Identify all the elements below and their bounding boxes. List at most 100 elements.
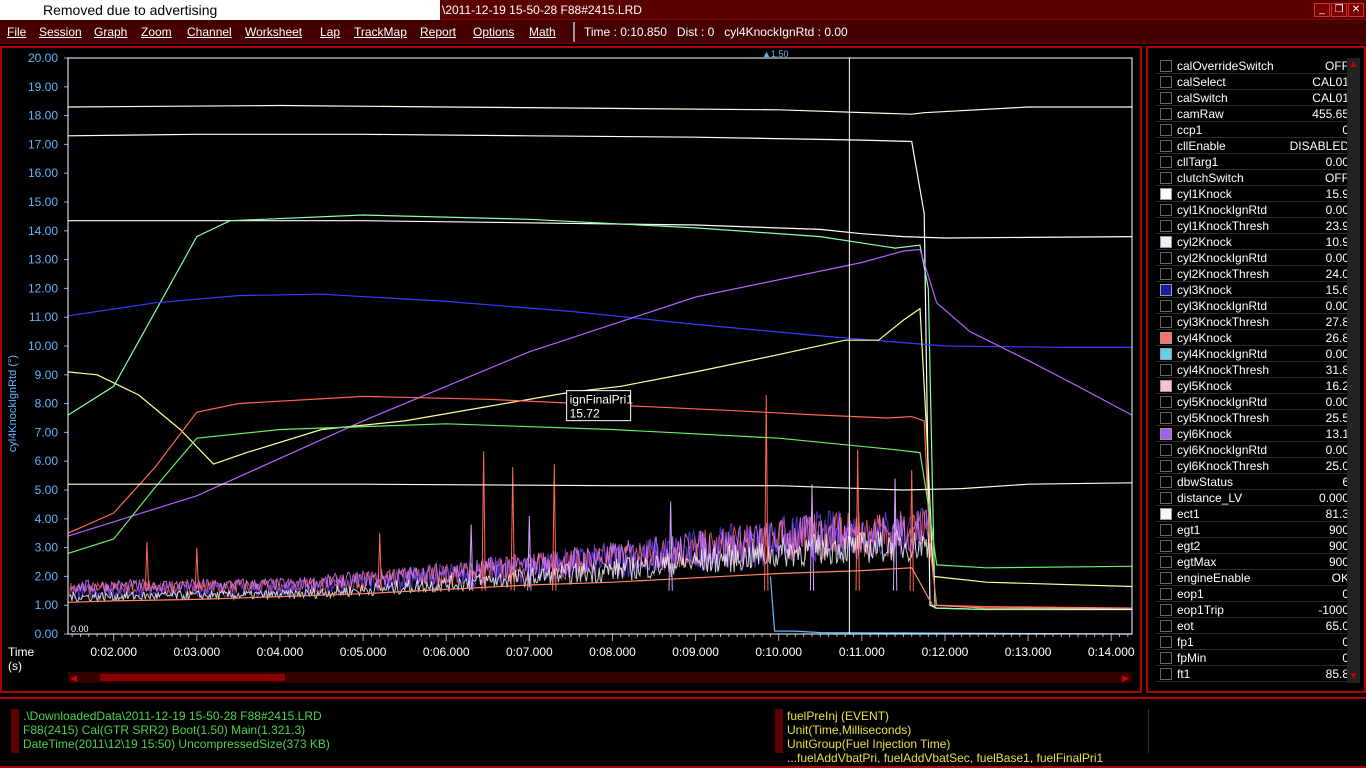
- channel-row-cyl5KnockThresh[interactable]: cyl5KnockThresh 25.5: [1156, 410, 1351, 426]
- menu-lap[interactable]: Lap: [320, 20, 340, 44]
- channel-checkbox[interactable]: [1160, 76, 1172, 88]
- channel-checkbox[interactable]: [1160, 204, 1172, 216]
- channel-checkbox[interactable]: [1160, 236, 1172, 248]
- channel-row-cyl6KnockIgnRtd[interactable]: cyl6KnockIgnRtd 0.00: [1156, 442, 1351, 458]
- channel-checkbox[interactable]: [1160, 348, 1172, 360]
- channel-checkbox[interactable]: [1160, 492, 1172, 504]
- channel-row-cyl3KnockIgnRtd[interactable]: cyl3KnockIgnRtd 0.00: [1156, 298, 1351, 314]
- horizontal-scroll-thumb[interactable]: [100, 674, 285, 681]
- channel-row-cyl1KnockThresh[interactable]: cyl1KnockThresh 23.9: [1156, 218, 1351, 234]
- channel-row-ft1[interactable]: ft1 85.8: [1156, 666, 1351, 682]
- channel-row-clutchSwitch[interactable]: clutchSwitch OFF: [1156, 170, 1351, 186]
- channel-checkbox[interactable]: [1160, 556, 1172, 568]
- channel-checkbox[interactable]: [1160, 124, 1172, 136]
- channel-row-dbwStatus[interactable]: dbwStatus 6: [1156, 474, 1351, 490]
- time-series-graph[interactable]: 20.00 19.00 18.00 17.00 16.00 15.00 14.00 13.00…: [2, 48, 1140, 691]
- channel-checkbox[interactable]: [1160, 252, 1172, 264]
- channel-row-cyl2KnockThresh[interactable]: cyl2KnockThresh 24.0: [1156, 266, 1351, 282]
- channel-checkbox[interactable]: [1160, 220, 1172, 232]
- channel-row-ect1[interactable]: ect1 81.3: [1156, 506, 1351, 522]
- channel-row-cyl6KnockThresh[interactable]: cyl6KnockThresh 25.0: [1156, 458, 1351, 474]
- channel-row-engineEnable[interactable]: engineEnable OK: [1156, 570, 1351, 586]
- channel-list-scrollbar[interactable]: [1347, 58, 1360, 683]
- channel-checkbox[interactable]: [1160, 380, 1172, 392]
- channel-row-egt1[interactable]: egt1 900: [1156, 522, 1351, 538]
- channel-checkbox[interactable]: [1160, 396, 1172, 408]
- channel-row-camRaw[interactable]: camRaw 455.65: [1156, 106, 1351, 122]
- channel-row-cyl2Knock[interactable]: cyl2Knock 10.9: [1156, 234, 1351, 250]
- graph-panel[interactable]: 20.00 19.00 18.00 17.00 16.00 15.00 14.00 13.00…: [0, 46, 1142, 693]
- channel-checkbox[interactable]: [1160, 444, 1172, 456]
- channel-checkbox[interactable]: [1160, 268, 1172, 280]
- channel-checkbox[interactable]: [1160, 364, 1172, 376]
- channel-row-eop1Trip[interactable]: eop1Trip -1000: [1156, 602, 1351, 618]
- channel-checkbox[interactable]: [1160, 588, 1172, 600]
- channel-checkbox[interactable]: [1160, 428, 1172, 440]
- channel-row-cyl6Knock[interactable]: cyl6Knock 13.1: [1156, 426, 1351, 442]
- channel-row-cyl4KnockThresh[interactable]: cyl4KnockThresh 31.8: [1156, 362, 1351, 378]
- menu-file[interactable]: File: [7, 20, 26, 44]
- channel-row-cyl5KnockIgnRtd[interactable]: cyl5KnockIgnRtd 0.00: [1156, 394, 1351, 410]
- channel-row-calSelect[interactable]: calSelect CAL01: [1156, 74, 1351, 90]
- channel-row-cyl1KnockIgnRtd[interactable]: cyl1KnockIgnRtd 0.00: [1156, 202, 1351, 218]
- channel-row-cyl5Knock[interactable]: cyl5Knock 16.2: [1156, 378, 1351, 394]
- channel-row-egtMax[interactable]: egtMax 900: [1156, 554, 1351, 570]
- channel-row-cyl3Knock[interactable]: cyl3Knock 15.6: [1156, 282, 1351, 298]
- channel-checkbox[interactable]: [1160, 140, 1172, 152]
- channel-checkbox[interactable]: [1160, 188, 1172, 200]
- scroll-down-arrow-icon[interactable]: ▼: [1347, 670, 1360, 683]
- scroll-up-arrow-icon[interactable]: ▲: [1347, 58, 1360, 71]
- channel-checkbox[interactable]: [1160, 620, 1172, 632]
- channel-checkbox[interactable]: [1160, 668, 1172, 680]
- channel-row-cllTarg1[interactable]: cllTarg1 0.00: [1156, 154, 1351, 170]
- channel-checkbox[interactable]: [1160, 60, 1172, 72]
- channel-row-cyl4Knock[interactable]: cyl4Knock 26.8: [1156, 330, 1351, 346]
- channel-row-ccp1[interactable]: ccp1 0: [1156, 122, 1351, 138]
- channel-checkbox[interactable]: [1160, 412, 1172, 424]
- scroll-right-arrow-icon[interactable]: ▶: [1122, 673, 1129, 683]
- info-right-scrollbar[interactable]: [775, 709, 783, 753]
- channel-row-eot[interactable]: eot 65.0: [1156, 618, 1351, 634]
- channel-checkbox[interactable]: [1160, 540, 1172, 552]
- channel-row-eop1[interactable]: eop1 0: [1156, 586, 1351, 602]
- channel-checkbox[interactable]: [1160, 92, 1172, 104]
- channel-checkbox[interactable]: [1160, 524, 1172, 536]
- menu-trackmap[interactable]: TrackMap: [354, 20, 407, 44]
- menu-graph[interactable]: Graph: [94, 20, 127, 44]
- channel-row-cyl2KnockIgnRtd[interactable]: cyl2KnockIgnRtd 0.00: [1156, 250, 1351, 266]
- channel-checkbox[interactable]: [1160, 156, 1172, 168]
- menu-options[interactable]: Options: [473, 20, 514, 44]
- channel-checkbox[interactable]: [1160, 460, 1172, 472]
- menu-worksheet[interactable]: Worksheet: [245, 20, 302, 44]
- channel-row-cllEnable[interactable]: cllEnable DISABLED: [1156, 138, 1351, 154]
- channel-checkbox[interactable]: [1160, 508, 1172, 520]
- restore-button[interactable]: ❐: [1331, 3, 1347, 17]
- menu-channel[interactable]: Channel: [187, 20, 232, 44]
- channel-row-fpMin[interactable]: fpMin 0: [1156, 650, 1351, 666]
- channel-checkbox[interactable]: [1160, 652, 1172, 664]
- scroll-left-arrow-icon[interactable]: ◀: [70, 673, 77, 683]
- channel-checkbox[interactable]: [1160, 172, 1172, 184]
- minimize-button[interactable]: _: [1314, 3, 1330, 17]
- channel-row-egt2[interactable]: egt2 900: [1156, 538, 1351, 554]
- channel-checkbox[interactable]: [1160, 572, 1172, 584]
- channel-checkbox[interactable]: [1160, 300, 1172, 312]
- channel-checkbox[interactable]: [1160, 284, 1172, 296]
- close-button[interactable]: ✕: [1348, 3, 1364, 17]
- menu-report[interactable]: Report: [420, 20, 456, 44]
- channel-row-cyl4KnockIgnRtd[interactable]: cyl4KnockIgnRtd 0.00: [1156, 346, 1351, 362]
- info-left-scrollbar[interactable]: [11, 709, 19, 753]
- channel-checkbox[interactable]: [1160, 476, 1172, 488]
- channel-checkbox[interactable]: [1160, 108, 1172, 120]
- channel-row-fp1[interactable]: fp1 0: [1156, 634, 1351, 650]
- menu-session[interactable]: Session: [39, 20, 82, 44]
- channel-row-distance_LV[interactable]: distance_LV 0.000: [1156, 490, 1351, 506]
- channel-checkbox[interactable]: [1160, 604, 1172, 616]
- channel-checkbox[interactable]: [1160, 316, 1172, 328]
- channel-row-calSwitch[interactable]: calSwitch CAL01: [1156, 90, 1351, 106]
- channel-checkbox[interactable]: [1160, 332, 1172, 344]
- menu-zoom[interactable]: Zoom: [141, 20, 172, 44]
- channel-row-cyl1Knock[interactable]: cyl1Knock 15.9: [1156, 186, 1351, 202]
- menu-math[interactable]: Math: [529, 20, 556, 44]
- channel-row-cyl3KnockThresh[interactable]: cyl3KnockThresh 27.8: [1156, 314, 1351, 330]
